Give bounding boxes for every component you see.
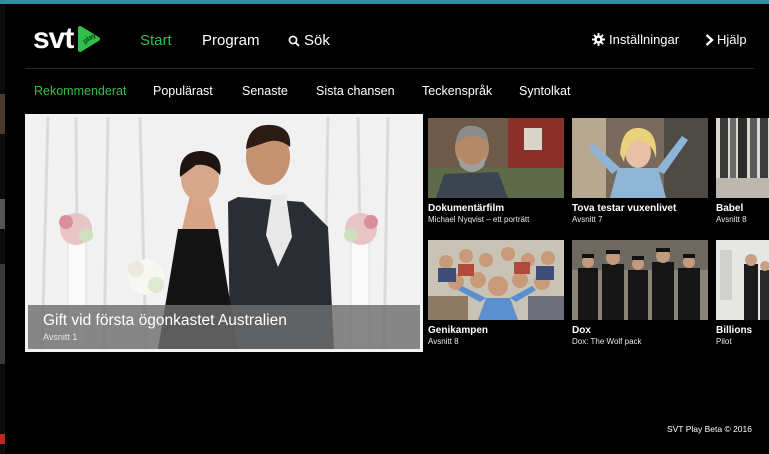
nav-start[interactable]: Start: [140, 32, 172, 49]
tile-thumbnail: [428, 118, 564, 198]
play-badge-icon: play: [78, 26, 101, 52]
tile-title: Dox: [572, 325, 591, 336]
nav-help[interactable]: Hjälp: [705, 32, 747, 47]
hero-subtitle: Avsnitt 1: [43, 332, 78, 342]
subnav-syntolkat[interactable]: Syntolkat: [519, 84, 570, 98]
tile-thumbnail: [572, 240, 708, 320]
tile-subtitle: Michael Nyqvist – ett porträtt: [428, 215, 530, 224]
hero-featured-card[interactable]: Gift vid första ögonkastet Australien Av…: [25, 114, 423, 352]
tile-dox[interactable]: Dox Dox: The Wolf pack: [572, 240, 708, 346]
tile-subtitle: Pilot: [716, 337, 732, 346]
nav-search-label: Sök: [304, 32, 330, 49]
hero-title: Gift vid första ögonkastet Australien: [43, 312, 287, 329]
tile-dokumentarfilm[interactable]: Dokumentärfilm Michael Nyqvist – ett por…: [428, 118, 564, 224]
nav-program[interactable]: Program: [202, 32, 260, 49]
footer-copyright: SVT Play Beta © 2016: [666, 424, 752, 434]
tile-title: Genikampen: [428, 325, 489, 336]
subnav-teckensprak[interactable]: Teckenspråk: [422, 84, 492, 98]
tile-title: Billions: [716, 325, 753, 336]
subnav-rekommenderat[interactable]: Rekommenderat: [34, 84, 126, 98]
left-edge-strip: [0, 4, 5, 454]
tile-title: Babel: [716, 203, 744, 214]
tile-thumbnail: [716, 118, 769, 198]
subnav-popularast[interactable]: Populärast: [153, 84, 213, 98]
tile-title: Dokumentärfilm: [428, 203, 505, 214]
nav-help-label: Hjälp: [717, 32, 747, 47]
tile-subtitle: Avsnitt 8: [716, 215, 747, 224]
logo-text: svt: [33, 22, 74, 55]
gear-icon: [592, 33, 605, 46]
nav-settings[interactable]: Inställningar: [592, 32, 679, 47]
search-icon: [288, 35, 300, 47]
subnav-senaste[interactable]: Senaste: [242, 84, 288, 98]
tile-thumbnail: [428, 240, 564, 320]
tile-genikampen[interactable]: Genikampen Avsnitt 8: [428, 240, 564, 346]
tile-subtitle: Avsnitt 7: [572, 215, 603, 224]
hero-caption: Gift vid första ögonkastet Australien Av…: [28, 305, 420, 349]
header-divider: [25, 68, 754, 69]
tile-thumbnail: [572, 118, 708, 198]
nav-search[interactable]: Sök: [288, 32, 330, 49]
subnav-sista-chansen[interactable]: Sista chansen: [316, 84, 395, 98]
tile-thumbnail: [716, 240, 769, 320]
tile-title: Tova testar vuxenlivet: [572, 203, 677, 214]
chevron-right-icon: [705, 33, 714, 46]
nav-settings-label: Inställningar: [609, 32, 680, 47]
window-top-stripe: [0, 0, 769, 4]
tile-subtitle: Dox: The Wolf pack: [572, 337, 642, 346]
tile-subtitle: Avsnitt 8: [428, 337, 459, 346]
svt-play-logo[interactable]: svt play: [33, 24, 102, 54]
tile-babel[interactable]: Babel Avsnitt 8: [716, 118, 769, 224]
tile-tova-testar-vuxenlivet[interactable]: Tova testar vuxenlivet Avsnitt 7: [572, 118, 708, 224]
tile-billions[interactable]: Billions Pilot: [716, 240, 769, 346]
